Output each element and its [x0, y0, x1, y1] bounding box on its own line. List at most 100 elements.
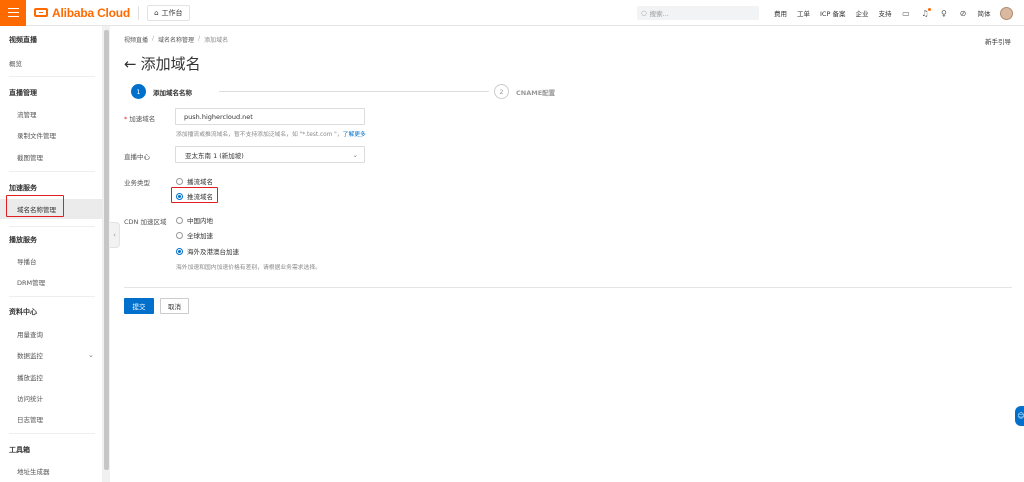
divider [9, 226, 95, 227]
sidebar-item-label: DRM管理 [17, 279, 46, 287]
sidebar-scroll-thumb[interactable] [104, 30, 109, 470]
nav-enterprise[interactable]: 企业 [855, 8, 868, 18]
nav-tickets[interactable]: 工单 [797, 8, 810, 18]
sidebar-group-label: 资料中心 [9, 308, 37, 316]
cdn-option-global[interactable]: 全球加速 [176, 230, 213, 240]
radio-button[interactable] [176, 177, 183, 185]
sidebar-item-logs[interactable]: 日志管理 [0, 410, 103, 428]
nav-icp[interactable]: ICP 备案 [820, 8, 845, 18]
sidebar-group-label: 工具箱 [9, 446, 30, 454]
avatar[interactable] [1000, 6, 1014, 20]
radio-button-checked[interactable] [176, 247, 183, 255]
divider [9, 296, 95, 297]
sidebar-item-streams[interactable]: 流管理 [0, 105, 103, 123]
divider [124, 287, 1012, 288]
step-2-label: CNAME配置 [516, 89, 556, 97]
sidebar-item-recordings[interactable]: 录制文件管理 [0, 126, 103, 144]
sidebar-item-label: 录制文件管理 [17, 132, 56, 140]
region-select[interactable]: 亚太东南 1 (新加坡) ⌄ [175, 146, 365, 163]
lightbulb-icon[interactable]: ♀ [939, 9, 948, 18]
top-nav: 费用 工单 ICP 备案 企业 支持 ▭ ♫ ♀ ⊘ 简体 [774, 0, 1014, 26]
breadcrumb-item-current: 添加域名 [204, 37, 229, 44]
cdn-label: CDN 加速区域 [124, 218, 167, 226]
domain-label: 加速域名 [129, 115, 156, 123]
breadcrumb-item[interactable]: 视频直播 [124, 35, 148, 44]
cdn-option-mainland[interactable]: 中国内地 [176, 215, 213, 225]
step-2-circle: 2 [494, 84, 509, 99]
search-placeholder: 搜索... [649, 10, 669, 18]
sidebar-item-url-generator[interactable]: 地址生成器 [0, 462, 103, 480]
domain-label-row: * 加速域名 [124, 113, 155, 123]
bell-icon[interactable]: ♫ [920, 7, 932, 18]
sidebar-highlight-box [6, 195, 64, 217]
chat-icon[interactable]: ☺ [1015, 406, 1024, 426]
region-label: 直播中心 [124, 153, 150, 161]
sidebar-item-snapshots[interactable]: 截图管理 [0, 148, 103, 166]
sidebar-group-data: 资料中心 [0, 303, 103, 321]
page-title-row: ← 添加域名 [124, 53, 201, 74]
cdn-option-label: 全球加速 [187, 232, 213, 240]
alibaba-cloud-icon [34, 8, 48, 17]
sidebar-item-label: 播放监控 [17, 374, 43, 382]
step-indicator: 1 添加域名名称 2 CNAME配置 [131, 84, 571, 100]
sidebar-item-label: 流管理 [17, 111, 37, 119]
menu-icon[interactable] [0, 0, 26, 26]
divider [138, 5, 140, 20]
back-arrow-icon[interactable]: ← [124, 55, 137, 73]
step-connector [219, 91, 489, 92]
sidebar-group-live: 直播管理 [0, 84, 103, 102]
nav-billing[interactable]: 费用 [774, 8, 787, 18]
sidebar-item-director[interactable]: 导播台 [0, 252, 103, 270]
type-option-label: 播流域名 [187, 178, 213, 186]
sidebar-item-label: 访问统计 [17, 395, 43, 403]
domain-hint-text: 添加播流或推流域名，暂不支持添加泛域名，如 "*.test.com "， [176, 132, 343, 138]
radio-button[interactable] [176, 231, 183, 239]
page-title: 添加域名 [140, 55, 201, 73]
divider [9, 76, 95, 77]
cdn-hint: 海外加速和国内加速价格有差别，请根据业务需求选择。 [176, 265, 321, 271]
sidebar-item-label: 日志管理 [17, 416, 43, 424]
sidebar-item-label: 地址生成器 [17, 468, 50, 476]
sidebar-item-overview[interactable]: 概览 [0, 54, 103, 72]
type-option-play[interactable]: 播流域名 [176, 176, 213, 186]
domain-input[interactable]: push.highercloud.net [175, 108, 365, 125]
sidebar-item-drm[interactable]: DRM管理 [0, 273, 103, 291]
sidebar-item-usage[interactable]: 用量查询 [0, 325, 103, 343]
sidebar-item-label: 数据监控 [17, 352, 43, 360]
help-icon[interactable]: ⊘ [958, 9, 967, 18]
terminal-icon[interactable]: ▭ [901, 9, 910, 18]
sidebar-group-label: 直播管理 [9, 89, 37, 97]
collapse-sidebar-button[interactable]: ‹ [110, 222, 120, 248]
sidebar-item-play-monitor[interactable]: 播放监控 [0, 368, 103, 386]
breadcrumb-item[interactable]: 域名名称管理 [158, 35, 194, 44]
radio-button[interactable] [176, 216, 183, 224]
cancel-button[interactable]: 取消 [160, 298, 189, 314]
sidebar-group-label: 播放服务 [9, 236, 37, 244]
learn-more-link[interactable]: 了解更多 [343, 132, 366, 138]
guide-link[interactable]: 新手引导 [985, 36, 1011, 46]
search-icon: ○ [641, 9, 647, 17]
workbench-button[interactable]: ⌂ 工作台 [147, 4, 190, 21]
chevron-down-icon: ⌄ [352, 150, 358, 159]
divider [9, 433, 95, 434]
brand-logo[interactable]: Alibaba Cloud [34, 6, 130, 20]
sidebar-item-monitoring[interactable]: 数据监控 ⌄ [0, 346, 103, 364]
type-highlight-box [171, 187, 218, 203]
sidebar-item-label: 截图管理 [17, 154, 43, 162]
nav-support[interactable]: 支持 [878, 8, 891, 18]
submit-button[interactable]: 提交 [124, 298, 154, 314]
workbench-label: 工作台 [161, 8, 183, 17]
sidebar-item-label: 概览 [9, 60, 22, 68]
breadcrumb-separator: / [152, 35, 155, 42]
sidebar-group-tools: 工具箱 [0, 441, 103, 459]
sidebar-item-access-stats[interactable]: 访问统计 [0, 389, 103, 407]
step-1-label: 添加域名名称 [153, 89, 192, 97]
sidebar-group-label: 加速服务 [9, 184, 37, 192]
search-input[interactable]: ○ 搜索... [637, 6, 759, 20]
brand-name: Alibaba Cloud [52, 5, 131, 20]
sidebar: 视频直播 概览 直播管理 流管理 录制文件管理 截图管理 加速服务 域名名称管理… [0, 26, 103, 482]
sidebar-item-label: 导播台 [17, 258, 37, 266]
language-switch[interactable]: 简体 [977, 8, 990, 18]
cdn-option-overseas[interactable]: 海外及港澳台加速 [176, 246, 239, 256]
sidebar-title-row: 视频直播 [0, 31, 103, 49]
